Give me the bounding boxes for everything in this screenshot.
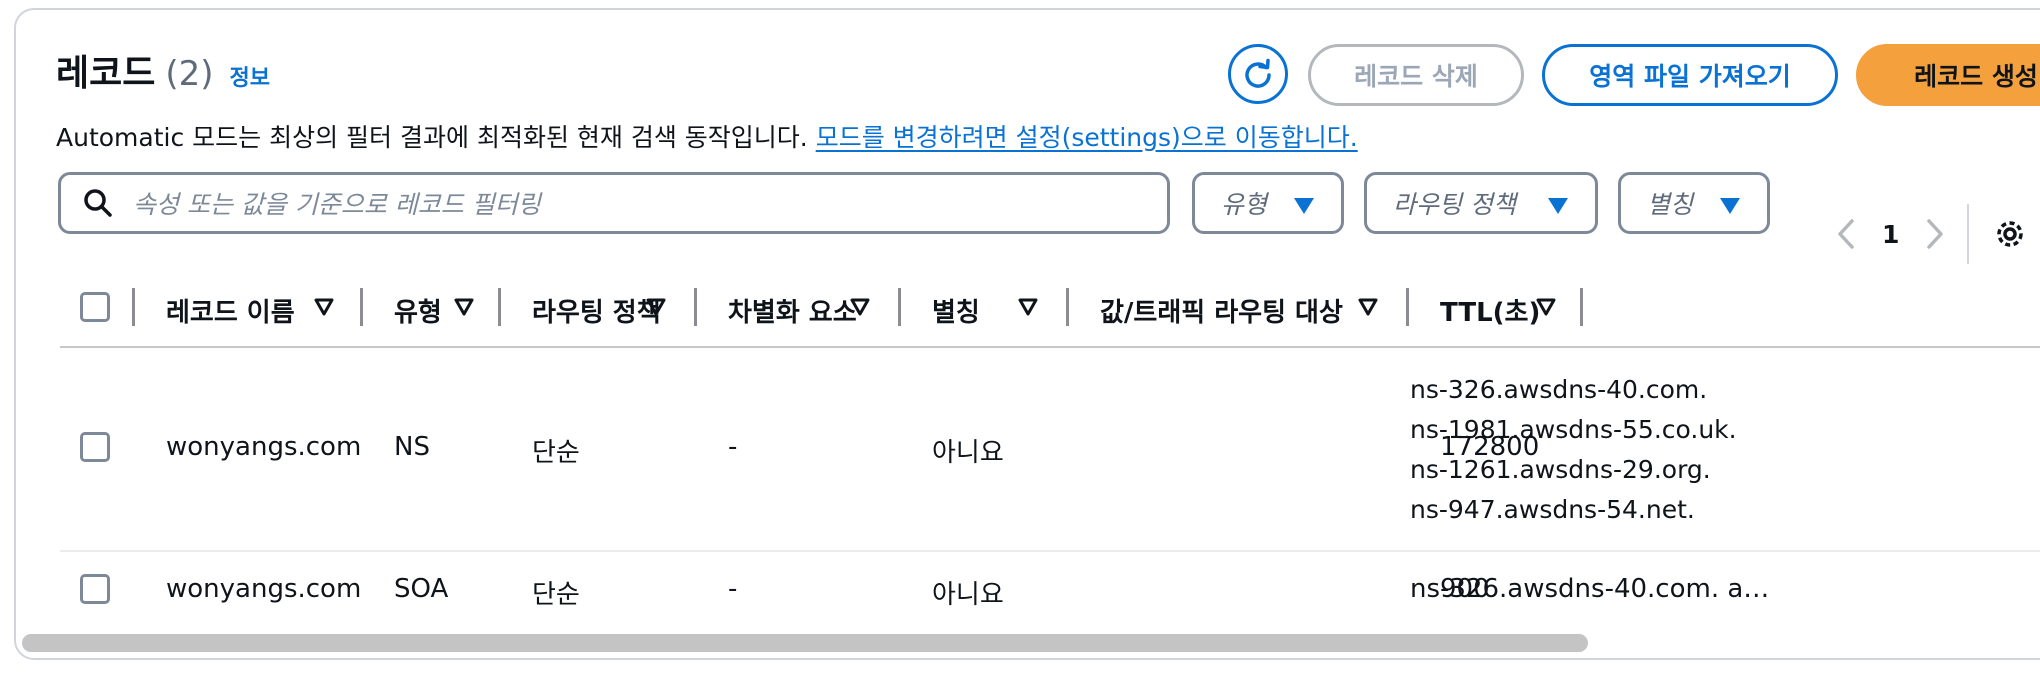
next-page-button[interactable] [1925,218,1945,250]
column-divider [1406,288,1409,326]
refresh-button[interactable] [1228,44,1288,104]
chevron-left-icon [1838,219,1854,249]
caret-down-icon [1548,198,1568,214]
column-divider [898,288,901,326]
column-header-differentiator[interactable]: 차별화 요소 [728,292,857,329]
caret-down-icon [1720,198,1740,214]
delete-record-button[interactable]: 레코드 삭제 [1308,44,1524,106]
column-header-value-routing-target[interactable]: 값/트래픽 라우팅 대상 [1100,292,1343,329]
type-filter-label: 유형 [1221,190,1268,219]
table-row[interactable]: wonyangs.com SOA 단순 - 아니요 ns-326.awsdns-… [60,552,2040,638]
create-record-button[interactable]: 레코드 생성 [1856,44,2040,106]
record-count: (2) [165,54,214,94]
record-differentiator: - [728,574,738,604]
record-ttl: 900 [1440,574,1490,604]
column-header-alias[interactable]: 별칭 [932,292,980,329]
record-routing-policy: 단순 [532,580,580,610]
scrollbar-thumb[interactable] [22,634,1588,652]
records-table: 레코드 이름 유형 라우팅 정책 차별화 요소 별칭 값/트래픽 라우팅 대상 … [60,274,2040,638]
caret-down-icon [1294,198,1314,214]
record-filter-search[interactable]: 속성 또는 값을 기준으로 레코드 필터링 [58,172,1170,234]
column-header-record-name[interactable]: 레코드 이름 [166,292,295,329]
record-name: wonyangs.com [166,574,362,604]
search-input[interactable]: 속성 또는 값을 기준으로 레코드 필터링 [133,185,541,221]
record-ttl: 172800 [1440,432,1540,462]
description-text: Automatic 모드는 최상의 필터 결과에 최적화된 현재 검색 동작입니… [56,123,816,152]
sort-icon [1358,298,1378,316]
column-divider [498,288,501,326]
search-icon [83,188,113,218]
type-filter-dropdown[interactable]: 유형 [1192,172,1344,234]
sort-icon [1018,298,1038,316]
info-link[interactable]: 정보 [230,60,270,92]
search-mode-description: Automatic 모드는 최상의 필터 결과에 최적화된 현재 검색 동작입니… [56,118,1358,154]
record-type: NS [394,432,430,462]
record-value: ns-326.awsdns-40.com. [1410,375,1708,404]
page-title: 레코드 [56,53,156,94]
column-divider [1580,288,1583,326]
column-divider [132,288,135,326]
pager-divider [1967,204,1970,264]
table-settings-button[interactable] [1993,217,2027,251]
routing-policy-filter-dropdown[interactable]: 라우팅 정책 [1364,172,1598,234]
table-row[interactable]: wonyangs.com NS 단순 - 아니요 ns-326.awsdns-4… [60,348,2040,552]
record-routing-policy: 단순 [532,438,580,468]
alias-filter-label: 별칭 [1647,190,1694,219]
sort-icon [1536,298,1556,316]
table-header: 레코드 이름 유형 라우팅 정책 차별화 요소 별칭 값/트래픽 라우팅 대상 … [60,274,2040,348]
record-alias: 아니요 [932,438,1004,468]
sort-icon [646,298,666,316]
select-all-checkbox[interactable] [80,292,110,322]
record-name: wonyangs.com [166,432,362,462]
records-panel: 레코드 (2) 정보 Automatic 모드는 최상의 필터 결과에 최적화된… [14,8,2040,660]
settings-link[interactable]: 모드를 변경하려면 설정(settings)으로 이동합니다. [816,123,1358,152]
import-zone-file-button[interactable]: 영역 파일 가져오기 [1542,44,1838,106]
pagination: 1 [1836,204,2027,264]
alias-filter-dropdown[interactable]: 별칭 [1618,172,1770,234]
sort-icon [850,298,870,316]
column-divider [1066,288,1069,326]
previous-page-button[interactable] [1836,218,1856,250]
header-title-row: 레코드 (2) 정보 [56,44,270,96]
refresh-icon [1245,58,1271,88]
current-page-number[interactable]: 1 [1882,220,1899,249]
row-checkbox[interactable] [80,574,110,604]
record-type: SOA [394,574,449,604]
row-checkbox[interactable] [80,432,110,462]
record-alias: 아니요 [932,580,1004,610]
sort-icon [454,298,474,316]
record-differentiator: - [728,432,738,462]
column-header-ttl[interactable]: TTL(초) [1440,292,1540,329]
routing-filter-label: 라우팅 정책 [1393,190,1516,219]
gear-icon [1997,221,2024,247]
column-divider [694,288,697,326]
horizontal-scrollbar[interactable] [16,630,2040,654]
column-header-routing-policy[interactable]: 라우팅 정책 [532,292,661,329]
column-header-type[interactable]: 유형 [394,292,442,329]
column-divider [360,288,363,326]
sort-icon [314,298,334,316]
record-value: ns-947.awsdns-54.net. [1410,495,1695,524]
chevron-right-icon [1927,219,1944,249]
